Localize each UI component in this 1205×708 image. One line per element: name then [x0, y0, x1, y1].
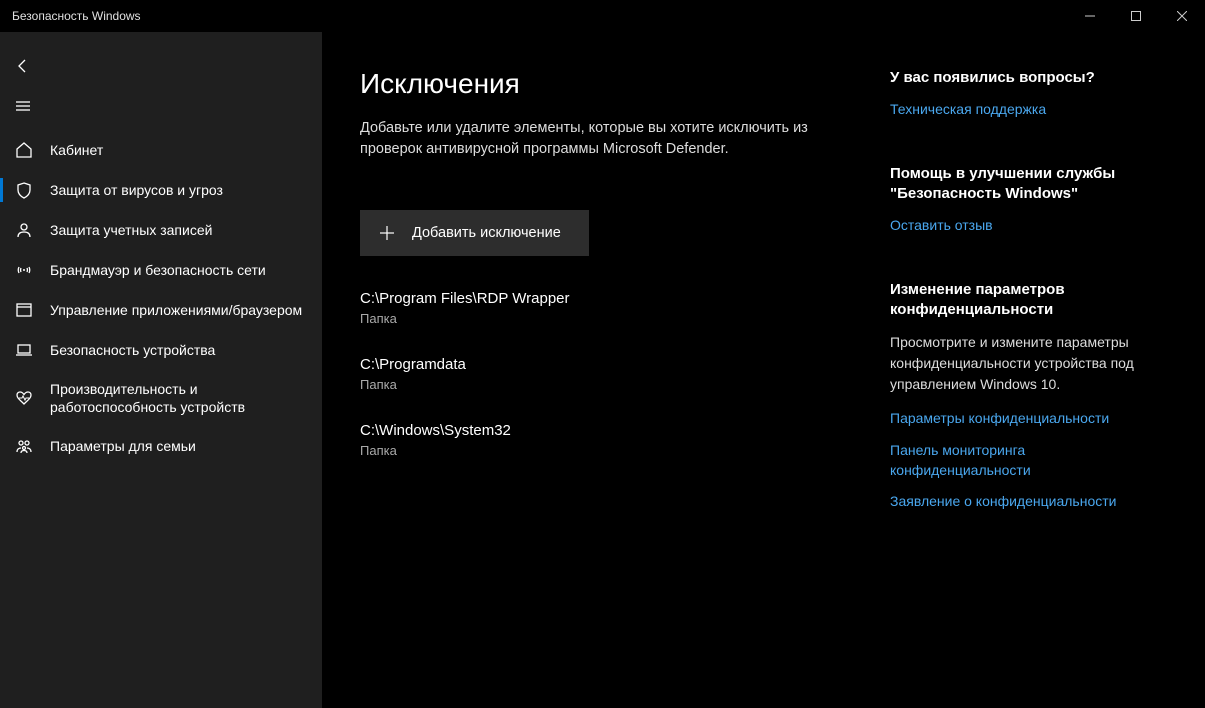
privacy-statement-link[interactable]: Заявление о конфиденциальности	[890, 492, 1150, 512]
nav: Кабинет Защита от вирусов и угроз Защита…	[0, 130, 322, 466]
sidebar-item-label: Управление приложениями/браузером	[50, 301, 302, 319]
sidebar-item-account-protection[interactable]: Защита учетных записей	[0, 210, 322, 250]
aside-title: Изменение параметров конфиденциальности	[890, 280, 1150, 321]
menu-button[interactable]	[0, 86, 322, 126]
back-button[interactable]	[0, 46, 322, 86]
aside-column: У вас появились вопросы? Техническая под…	[890, 68, 1150, 708]
sidebar: Кабинет Защита от вирусов и угроз Защита…	[0, 32, 322, 708]
shield-icon	[14, 180, 34, 200]
sidebar-item-label: Брандмауэр и безопасность сети	[50, 261, 266, 279]
exclusion-item[interactable]: C:\Windows\System32 Папка	[360, 422, 870, 458]
page-title: Исключения	[360, 68, 870, 100]
sidebar-item-firewall[interactable]: Брандмауэр и безопасность сети	[0, 250, 322, 290]
sidebar-item-device-performance[interactable]: Производительность и работоспособность у…	[0, 370, 322, 426]
aside-text: Просмотрите и измените параметры конфиде…	[890, 332, 1150, 395]
titlebar: Безопасность Windows	[0, 0, 1205, 32]
sidebar-item-label: Кабинет	[50, 141, 103, 159]
exclusion-item[interactable]: C:\Programdata Папка	[360, 356, 870, 392]
wifi-icon	[14, 260, 34, 280]
maximize-button[interactable]	[1113, 0, 1159, 32]
plus-icon	[378, 224, 396, 242]
aside-section-privacy: Изменение параметров конфиденциальности …	[890, 280, 1150, 512]
exclusion-path: C:\Programdata	[360, 356, 870, 373]
tech-support-link[interactable]: Техническая поддержка	[890, 100, 1150, 120]
sidebar-item-label: Защита учетных записей	[50, 221, 212, 239]
content: Исключения Добавьте или удалите элементы…	[322, 32, 1205, 708]
exclusion-type: Папка	[360, 443, 870, 458]
exclusion-type: Папка	[360, 377, 870, 392]
window-title: Безопасность Windows	[12, 9, 141, 23]
sidebar-item-label: Производительность и работоспособность у…	[50, 380, 308, 416]
exclusion-type: Папка	[360, 311, 870, 326]
app-icon	[14, 300, 34, 320]
family-icon	[14, 436, 34, 456]
heart-icon	[14, 388, 34, 408]
add-exclusion-label: Добавить исключение	[412, 225, 561, 241]
sidebar-item-home[interactable]: Кабинет	[0, 130, 322, 170]
main-column: Исключения Добавьте или удалите элементы…	[360, 68, 870, 708]
window-controls	[1067, 0, 1205, 32]
aside-section-feedback: Помощь в улучшении службы "Безопасность …	[890, 164, 1150, 236]
sidebar-item-family-options[interactable]: Параметры для семьи	[0, 426, 322, 466]
sidebar-item-virus-protection[interactable]: Защита от вирусов и угроз	[0, 170, 322, 210]
device-icon	[14, 340, 34, 360]
add-exclusion-button[interactable]: Добавить исключение	[360, 210, 589, 256]
sidebar-item-app-browser-control[interactable]: Управление приложениями/браузером	[0, 290, 322, 330]
privacy-settings-link[interactable]: Параметры конфиденциальности	[890, 409, 1150, 429]
sidebar-item-device-security[interactable]: Безопасность устройства	[0, 330, 322, 370]
privacy-dashboard-link[interactable]: Панель мониторинга конфиденциальности	[890, 441, 1150, 480]
exclusion-path: C:\Program Files\RDP Wrapper	[360, 290, 870, 307]
close-button[interactable]	[1159, 0, 1205, 32]
aside-title: У вас появились вопросы?	[890, 68, 1150, 88]
home-icon	[14, 140, 34, 160]
aside-section-questions: У вас появились вопросы? Техническая под…	[890, 68, 1150, 120]
sidebar-item-label: Параметры для семьи	[50, 437, 196, 455]
aside-title: Помощь в улучшении службы "Безопасность …	[890, 164, 1150, 205]
minimize-button[interactable]	[1067, 0, 1113, 32]
account-icon	[14, 220, 34, 240]
exclusion-item[interactable]: C:\Program Files\RDP Wrapper Папка	[360, 290, 870, 326]
sidebar-item-label: Защита от вирусов и угроз	[50, 181, 223, 199]
feedback-link[interactable]: Оставить отзыв	[890, 216, 1150, 236]
exclusion-path: C:\Windows\System32	[360, 422, 870, 439]
exclusions-list: C:\Program Files\RDP Wrapper Папка C:\Pr…	[360, 290, 870, 458]
sidebar-item-label: Безопасность устройства	[50, 341, 215, 359]
page-description: Добавьте или удалите элементы, которые в…	[360, 118, 820, 160]
